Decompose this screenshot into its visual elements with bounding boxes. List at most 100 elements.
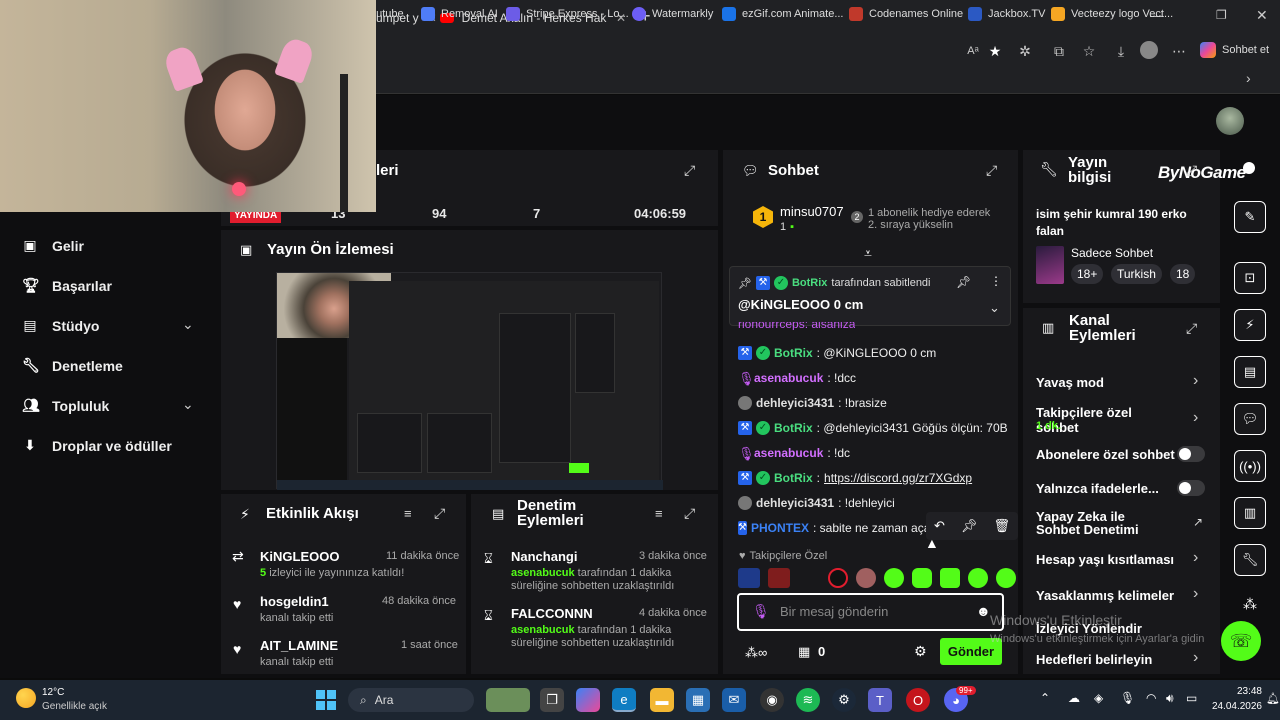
sidebar-item-studyo[interactable]: ▤ Stüdyo xyxy=(22,317,99,334)
sidebar-item-denetleme[interactable]: 🔧︎ Denetleme xyxy=(22,357,123,374)
unpin-icon[interactable]: 📌︎ xyxy=(956,275,971,289)
kebab-menu-icon[interactable]: ⋮ xyxy=(990,274,1002,288)
chat-link[interactable]: https://discord.gg/zr7XGdxp xyxy=(824,471,972,485)
chevron-right-icon[interactable]: › xyxy=(1193,549,1198,567)
chat-username[interactable]: dehleyici3431 xyxy=(756,496,834,510)
volume-icon[interactable]: 🔊︎ xyxy=(1166,691,1174,706)
chat-username[interactable]: BotRix xyxy=(774,346,813,360)
emote-icon[interactable] xyxy=(768,568,790,588)
more-menu-icon[interactable]: ⋯ xyxy=(1170,42,1188,60)
chat-username[interactable]: BotRix xyxy=(774,421,813,435)
popout-icon[interactable]: ⤢ xyxy=(1186,320,1197,337)
tag-chip[interactable]: Turkish xyxy=(1111,264,1162,284)
chat-bubble-icon[interactable]: 💬︎ xyxy=(1234,403,1266,435)
wifi-icon[interactable]: ◠ xyxy=(1146,691,1156,705)
mod-target-name[interactable]: FALCCONNN xyxy=(511,606,593,621)
weather-temp[interactable]: 12°C xyxy=(42,687,64,698)
chat-message[interactable]: ⚒ PHONTEX: sabite ne zaman açar xyxy=(738,521,928,535)
leaderboard-name[interactable]: minsu0707 xyxy=(780,204,844,219)
microphone-icon[interactable]: 🎙︎ xyxy=(1120,691,1135,705)
clock-date[interactable]: 24.04.2026 xyxy=(1206,701,1262,712)
document-icon[interactable]: ▤ xyxy=(1234,356,1266,388)
edge-icon[interactable]: e xyxy=(612,688,636,712)
slow-mode-label[interactable]: Yavaş mod xyxy=(1036,375,1104,390)
pinned-by-user[interactable]: BotRix xyxy=(792,277,827,289)
bookmark-watermarkly[interactable]: Watermarkly xyxy=(632,5,713,23)
store-icon[interactable]: ▦ xyxy=(686,688,710,712)
emote-icon[interactable] xyxy=(828,568,848,588)
teams-icon[interactable]: T xyxy=(868,688,892,712)
mod-target-name[interactable]: Nanchangi xyxy=(511,549,577,564)
chat-username[interactable]: asenabucuk xyxy=(754,446,823,460)
edit-pencil-icon[interactable]: ✎ xyxy=(1234,201,1266,233)
copilot-button[interactable]: Sohbet et xyxy=(1200,42,1269,58)
sidebar-item-basarilar[interactable]: 🏆︎ Başarılar xyxy=(22,277,112,294)
taskbar-search[interactable]: ⌕ Ara xyxy=(348,688,474,712)
favorite-star-icon[interactable]: ★ xyxy=(986,42,1004,60)
bookmarks-more-icon[interactable]: › xyxy=(1246,70,1251,86)
downloads-icon[interactable]: ⤓ xyxy=(1112,42,1130,60)
emote-icon[interactable] xyxy=(968,568,988,588)
chat-message[interactable]: dehleyici3431: !dehleyici xyxy=(738,496,895,510)
category-thumbnail[interactable] xyxy=(1036,246,1064,284)
chat-username[interactable]: BotRix xyxy=(774,471,813,485)
event-name[interactable]: AIT_LAMINE xyxy=(260,638,338,653)
read-aloud-icon[interactable]: Aᵃ xyxy=(964,42,982,60)
opera-icon[interactable]: O xyxy=(906,688,930,712)
popout-icon[interactable]: ⤢ xyxy=(684,505,695,522)
chat-message[interactable]: ⚒ ✓ BotRix: @dehleyici3431 Göğüs ölçün: 70… xyxy=(738,421,1008,435)
banned-words-label[interactable]: Yasaklanmış kelimeler xyxy=(1036,588,1174,603)
chevron-down-icon[interactable]: ⌄ xyxy=(182,316,194,333)
emotes-only-toggle[interactable] xyxy=(1177,480,1205,496)
emoji-icon[interactable]: ☻ xyxy=(976,603,991,619)
task-view-icon[interactable]: ❐ xyxy=(540,688,564,712)
chat-username[interactable]: asenabucuk xyxy=(754,371,823,385)
chat-message[interactable]: 🎙︎ asenabucuk: !dc xyxy=(738,446,850,461)
popout-icon[interactable]: ⤢ xyxy=(434,505,445,522)
bookmark-jackbox[interactable]: Jackbox.TV xyxy=(968,5,1045,23)
emote-icon[interactable] xyxy=(940,568,960,588)
bookmark-vecteezy[interactable]: Vecteezy logo Vect... xyxy=(1051,5,1173,23)
wrench-icon[interactable]: 🔧︎ xyxy=(1234,544,1266,576)
favorites-icon[interactable]: ☆ xyxy=(1080,42,1098,60)
sidebar-item-droplar[interactable]: ⬇ Droplar ve ödüller xyxy=(22,437,172,454)
delete-icon[interactable]: 🗑︎ xyxy=(993,518,1010,534)
more-widgets-icon[interactable]: ⁂ xyxy=(1243,596,1257,613)
split-screen-icon[interactable]: ⧉ xyxy=(1050,42,1068,60)
extensions-icon[interactable]: ✲ xyxy=(1016,42,1034,60)
clock-time[interactable]: 23:48 xyxy=(1216,686,1262,697)
chat-username[interactable]: PHONTEX xyxy=(751,521,809,535)
collapse-icon[interactable]: ⩡ xyxy=(864,245,872,262)
chat-message[interactable]: ⚒ ✓ BotRix: @KiNGLEOOO 0 cm xyxy=(738,346,936,360)
battery-icon[interactable]: ▭ xyxy=(1186,691,1197,705)
emote-icon[interactable] xyxy=(996,568,1016,588)
layout-icon[interactable]: ▥ xyxy=(1234,497,1266,529)
category-name[interactable]: Sadece Sohbet xyxy=(1071,246,1153,260)
copilot-icon[interactable] xyxy=(576,688,600,712)
set-goals-label[interactable]: Hedefleri belirleyin xyxy=(1036,652,1152,667)
chat-settings-icon[interactable]: ⁂∞ xyxy=(745,645,767,661)
support-chat-button[interactable]: ☏ xyxy=(1221,621,1261,661)
chat-message[interactable]: 🎙︎ asenabucuk: !dcc xyxy=(738,371,856,386)
bookmark-removal[interactable]: Removal.AI xyxy=(421,5,498,23)
screenshot-icon[interactable]: ⊡ xyxy=(1234,262,1266,294)
steam-icon[interactable]: ⚙︎ xyxy=(832,688,856,712)
profile-avatar[interactable] xyxy=(1140,41,1158,59)
chevron-up-icon[interactable]: ⌃ xyxy=(1040,691,1050,705)
chat-message[interactable]: dehleyici3431: !brasize xyxy=(738,396,887,410)
maximize-icon[interactable]: ❐ xyxy=(1216,8,1227,22)
ai-moderation-label[interactable]: Yapay Zeka ile Sohbet Denetimi xyxy=(1036,510,1161,536)
emote-icon[interactable] xyxy=(856,568,876,588)
sidebar-item-gelir[interactable]: ▣ Gelir xyxy=(22,237,84,254)
file-explorer-icon[interactable]: ▬ xyxy=(650,688,674,712)
chevron-right-icon[interactable]: › xyxy=(1193,372,1198,390)
stream-preview-video[interactable] xyxy=(276,272,663,490)
gear-icon[interactable]: ⚙︎ xyxy=(914,643,927,660)
windows-start-icon[interactable] xyxy=(316,690,336,710)
tag-chip[interactable]: 18+ xyxy=(1071,264,1104,284)
spotify-icon[interactable]: ≋ xyxy=(796,688,820,712)
tag-chip[interactable]: 18 xyxy=(1170,264,1196,284)
bookmark-stripe[interactable]: Stripe Express - Lo... xyxy=(506,5,629,23)
event-name[interactable]: KiNGLEOOO xyxy=(260,549,339,564)
popout-icon[interactable]: ⤢ xyxy=(684,162,695,179)
